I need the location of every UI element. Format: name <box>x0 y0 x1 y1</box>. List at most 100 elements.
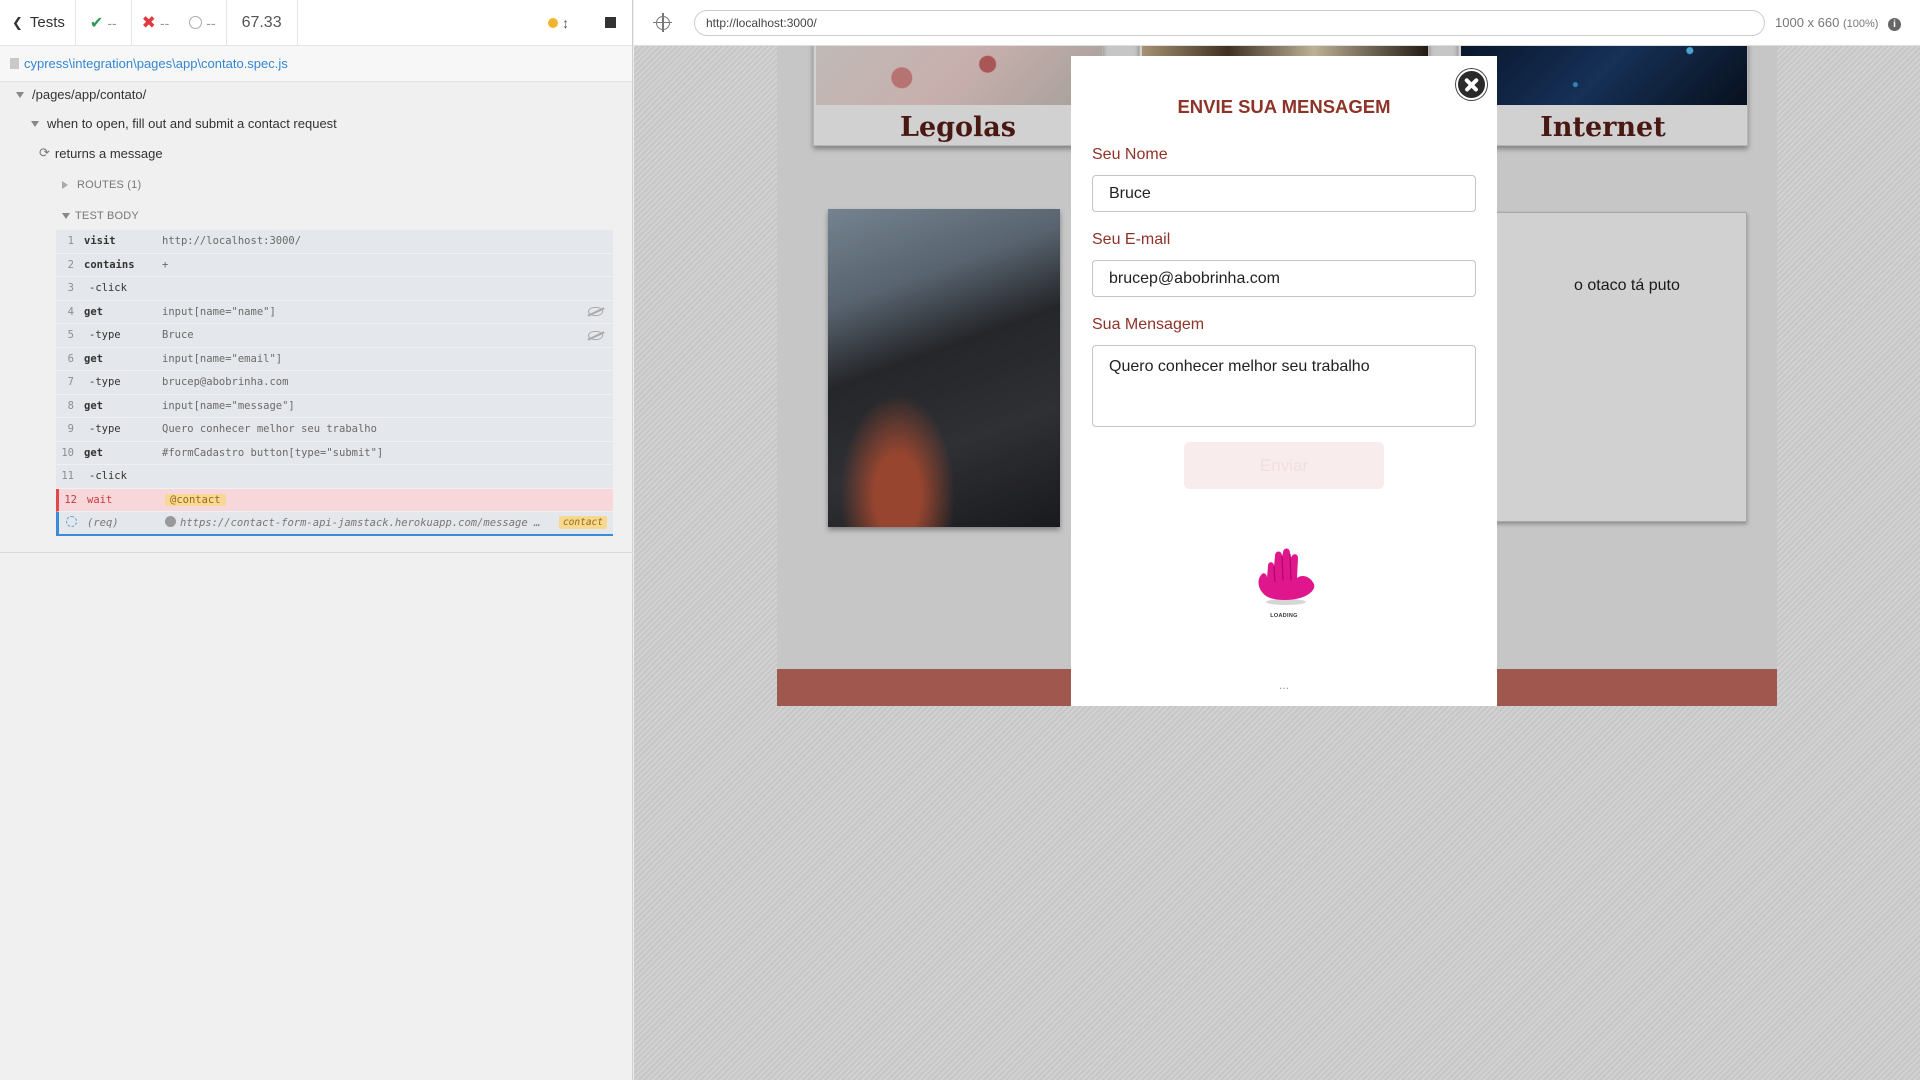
command-number: 2 <box>67 258 74 271</box>
duration-value: 67.33 <box>241 13 282 31</box>
command-message: brucep@abobrinha.com <box>162 376 289 389</box>
failed-stat: ✖ -- <box>132 0 180 46</box>
command-number: 11 <box>61 470 74 483</box>
command-name: visit <box>84 235 116 248</box>
passed-stat: ✔ -- <box>76 0 132 46</box>
command-row[interactable]: 7 -type brucep@abobrinha.com <box>56 371 613 395</box>
caret-down-icon <box>16 91 24 98</box>
command-row[interactable]: 11 -click <box>56 465 613 489</box>
describe-row[interactable]: when to open, fill out and submit a cont… <box>31 116 337 131</box>
name-field[interactable]: Bruce <box>1092 175 1476 212</box>
command-message: http://localhost:3000/ <box>162 235 302 248</box>
viewport-size: 1000 x 660 <box>1775 14 1840 30</box>
request-url: https://contact-form-api-jamstack.heroku… <box>180 517 541 530</box>
tests-back-button[interactable]: ❮ Tests <box>0 0 76 46</box>
selector-playground-icon[interactable] <box>653 12 672 32</box>
message-label: Sua Mensagem <box>1092 316 1205 333</box>
submit-label: Enviar <box>1259 455 1309 475</box>
spec-path-bar[interactable]: cypress\integration\pages\app\contato.sp… <box>0 46 632 82</box>
command-number: 6 <box>67 352 74 365</box>
suite-row[interactable]: /pages/app/contato/ <box>16 87 146 102</box>
reporter-panel: ❮ Tests ✔ -- ✖ -- -- 67.33 ↕ cypress\int… <box>0 0 633 1080</box>
command-number: 4 <box>67 305 74 318</box>
app-iframe: Legolas Internet o otaco tá puto ENVIE S… <box>777 46 1777 706</box>
test-body-toggle[interactable]: TEST BODY <box>62 210 139 222</box>
test-row[interactable]: ⟳ returns a message <box>39 145 163 161</box>
command-number: 3 <box>67 282 74 295</box>
stop-icon[interactable] <box>605 17 616 28</box>
name-value: Bruce <box>1109 184 1151 202</box>
caret-down-icon <box>62 213 70 219</box>
alias-badge: @contact <box>165 493 226 506</box>
passed-count: -- <box>107 14 117 31</box>
command-row[interactable]: 2 contains + <box>56 253 613 277</box>
command-name: get <box>84 305 103 318</box>
eye-slash-icon <box>588 307 603 317</box>
file-icon <box>10 58 19 69</box>
test-title: returns a message <box>54 145 163 161</box>
loading-hand-icon <box>1258 548 1315 605</box>
command-row[interactable]: 1 visit http://localhost:3000/ <box>56 230 613 254</box>
running-status-icon <box>548 17 558 28</box>
command-message: input[name="name"] <box>162 305 276 318</box>
message-textarea[interactable]: Quero conhecer melhor seu trabalho <box>1092 345 1476 427</box>
command-name: -type <box>89 376 121 389</box>
command-name: -type <box>89 423 121 436</box>
loading-text: LOADING <box>1270 613 1298 619</box>
check-icon: ✔ <box>89 14 104 32</box>
command-number: 5 <box>67 329 74 342</box>
email-field[interactable]: brucep@abobrinha.com <box>1092 260 1476 297</box>
command-row[interactable]: 9 -type Quero conhecer melhor seu trabal… <box>56 418 613 442</box>
command-name: get <box>84 399 103 412</box>
test-body-label: TEST BODY <box>75 210 139 222</box>
command-message: input[name="message"] <box>162 399 295 412</box>
command-row[interactable]: 5 -type Bruce <box>56 324 613 348</box>
command-number: 8 <box>67 399 74 412</box>
command-row[interactable]: 6 get input[name="email"] <box>56 347 613 371</box>
routes-label: ROUTES (1) <box>77 179 142 191</box>
command-row[interactable]: 3 -click <box>56 277 613 301</box>
command-row[interactable]: 10 get #formCadastro button[type="submit… <box>56 441 613 465</box>
email-value: brucep@abobrinha.com <box>1109 269 1281 287</box>
info-icon[interactable]: i <box>1888 17 1902 31</box>
spec-path[interactable]: cypress\integration\pages\app\contato.sp… <box>24 56 288 71</box>
request-alias-tag: contact <box>558 516 607 530</box>
duration-stat: 67.33 <box>227 0 298 46</box>
url-field[interactable]: http://localhost:3000/ <box>694 9 1765 36</box>
suite-title: /pages/app/contato/ <box>32 87 147 102</box>
status-dot-icon <box>165 516 176 528</box>
command-message: input[name="email"] <box>162 352 283 365</box>
command-row[interactable]: 8 get input[name="message"] <box>56 394 613 418</box>
command-name: -click <box>89 282 127 295</box>
reporter-divider <box>0 552 633 553</box>
command-number: 9 <box>67 423 74 436</box>
reporter-header: ❮ Tests ✔ -- ✖ -- -- 67.33 ↕ <box>0 0 632 46</box>
command-name: (req) <box>87 516 119 529</box>
aut-panel: http://localhost:3000/ 1000 x 660 (100%)… <box>634 0 1920 1080</box>
command-log: 1 visit http://localhost:3000/ 2 contain… <box>56 230 613 536</box>
command-row[interactable]: 4 get input[name="name"] <box>56 300 613 324</box>
command-message: Bruce <box>162 329 194 342</box>
command-name: get <box>84 446 103 459</box>
command-number: 12 <box>64 493 77 506</box>
command-message: + <box>162 258 169 271</box>
spinner-icon <box>66 515 77 527</box>
email-label: Seu E-mail <box>1092 231 1171 248</box>
url-text: http://localhost:3000/ <box>706 15 817 30</box>
command-name: wait <box>87 493 113 506</box>
request-spinner <box>59 515 87 530</box>
tests-label: Tests <box>29 14 65 31</box>
command-number: 7 <box>67 376 74 389</box>
command-row-failed[interactable]: 12 wait @contact <box>56 488 613 512</box>
url-bar: http://localhost:3000/ 1000 x 660 (100%)… <box>634 0 1920 46</box>
caret-right-icon <box>62 181 68 189</box>
submit-button[interactable]: Enviar <box>1184 442 1384 489</box>
viewport-info: 1000 x 660 (100%) i <box>1775 14 1902 31</box>
routes-toggle[interactable]: ROUTES (1) <box>62 179 141 191</box>
x-icon: ✖ <box>141 12 156 32</box>
auto-scroll-icon[interactable]: ↕ <box>562 15 569 31</box>
command-message: Quero conhecer melhor seu trabalho <box>162 423 377 436</box>
header-controls: ↕ <box>548 15 632 31</box>
request-row[interactable]: (req) https://contact-form-api-jamstack.… <box>56 512 613 536</box>
pending-circle-icon <box>189 16 203 29</box>
